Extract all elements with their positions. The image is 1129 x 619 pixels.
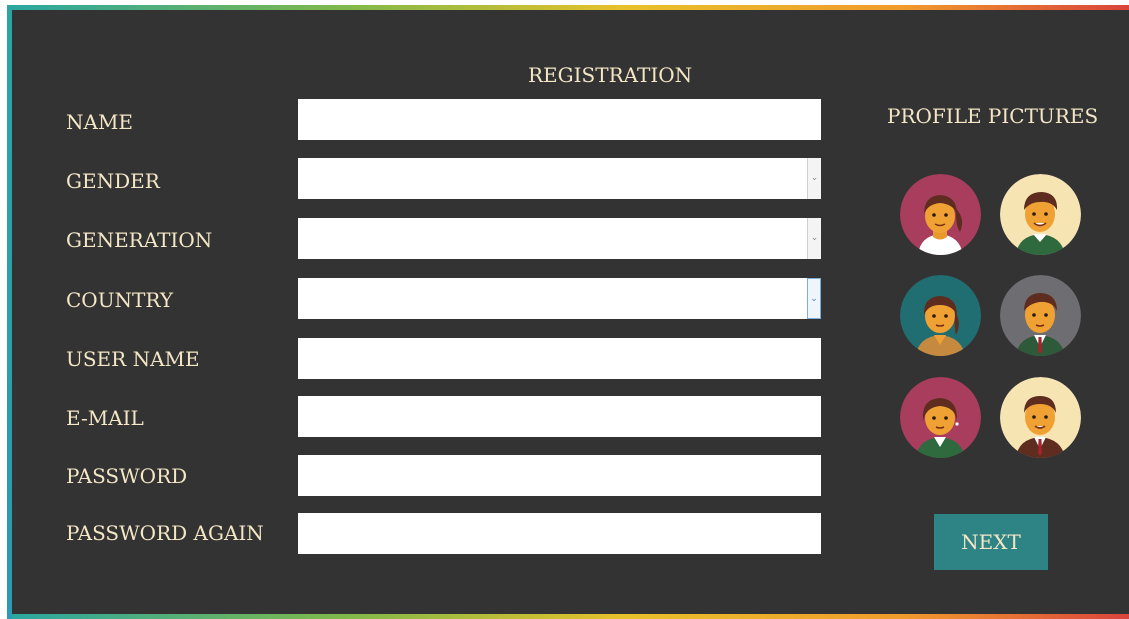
email-input[interactable] — [298, 396, 821, 437]
page-title: REGISTRATION — [528, 63, 693, 87]
rainbow-border-left — [7, 5, 12, 619]
woman-teal-avatar[interactable] — [900, 275, 981, 356]
profile-pictures-title: PROFILE PICTURES — [887, 104, 1099, 128]
chevron-down-icon[interactable]: ⌄ — [807, 158, 821, 199]
user-name-label: USER NAME — [66, 347, 200, 371]
password-input[interactable] — [298, 455, 821, 496]
gender-select[interactable]: ⌄ — [298, 158, 821, 199]
password-again-label: PASSWORD AGAIN — [66, 521, 264, 545]
name-label: NAME — [66, 110, 134, 134]
password-again-input[interactable] — [298, 513, 821, 554]
password-label: PASSWORD — [66, 464, 188, 488]
rainbow-border-top — [7, 5, 1129, 10]
name-input[interactable] — [298, 99, 821, 140]
chevron-down-icon[interactable]: ⌄ — [807, 278, 821, 319]
registration-window: REGISTRATION PROFILE PICTURES NAME GENDE… — [0, 0, 1129, 619]
chevron-down-icon[interactable]: ⌄ — [807, 218, 821, 259]
woman-ponytail-avatar[interactable] — [900, 174, 981, 255]
man-suit-cream-avatar[interactable] — [1000, 377, 1081, 458]
country-select[interactable]: ⌄ — [298, 278, 821, 319]
generation-select[interactable]: ⌄ — [298, 218, 821, 259]
man-green-shirt-avatar[interactable] — [1000, 174, 1081, 255]
generation-label: GENERATION — [66, 228, 213, 252]
next-button[interactable]: NEXT — [934, 514, 1048, 570]
user-name-input[interactable] — [298, 338, 821, 379]
woman-blazer-avatar[interactable] — [900, 377, 981, 458]
rainbow-border-bottom — [7, 614, 1129, 619]
gender-label: GENDER — [66, 169, 160, 193]
country-label: COUNTRY — [66, 288, 174, 312]
man-suit-grey-avatar[interactable] — [1000, 275, 1081, 356]
email-label: E-MAIL — [66, 406, 144, 430]
